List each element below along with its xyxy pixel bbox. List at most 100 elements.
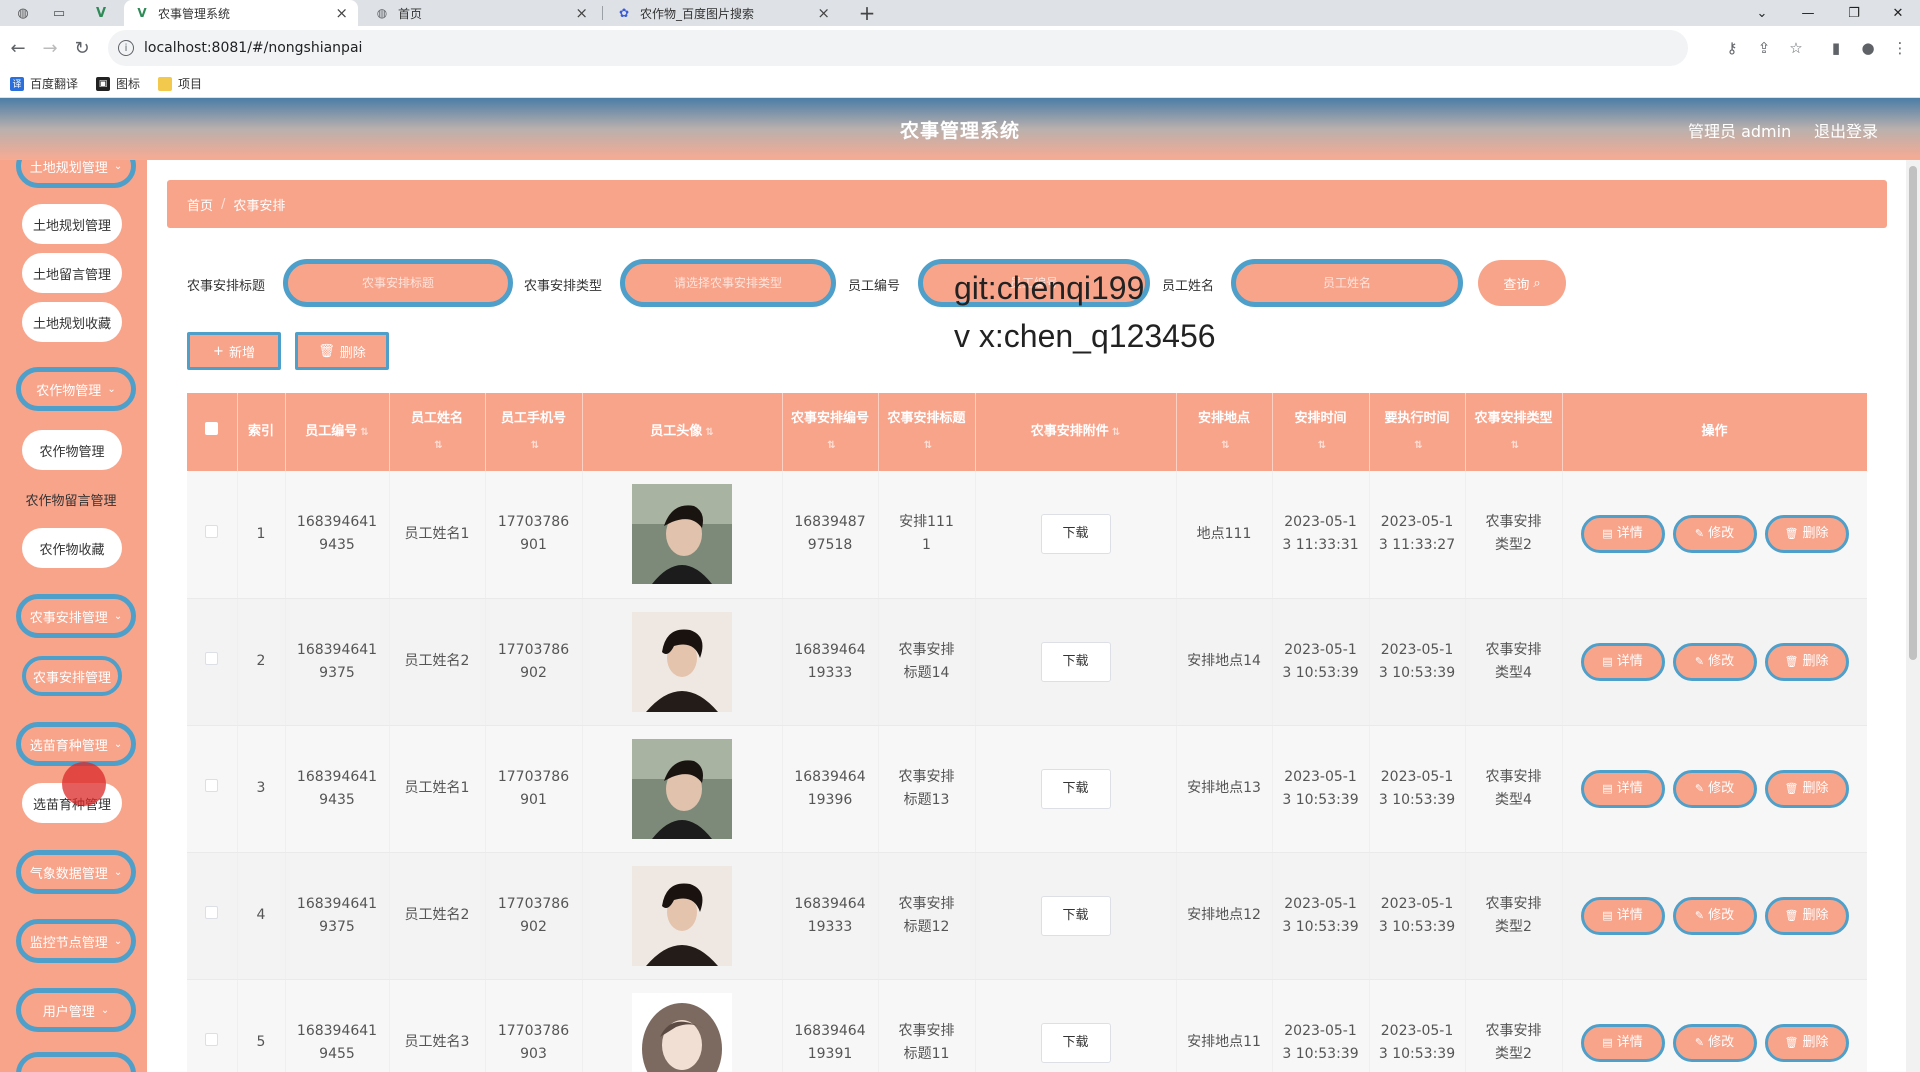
sort-icon[interactable]: ⇅ [1414,440,1422,451]
download-button[interactable]: 下载 [1040,768,1111,809]
col-phone[interactable]: 员工手机号 ⇅ [485,393,583,471]
sort-icon[interactable]: ⇅ [1511,440,1519,451]
url-field[interactable]: i localhost:8081/#/nongshianpai [108,30,1688,66]
table-row[interactable]: 4 1683946419375 员工姓名2 17703786902 168394641… [187,852,1867,980]
sort-icon[interactable]: ⇅ [531,440,539,451]
table-row[interactable]: 1 1683946419435 员工姓名1 17703786901 168394879… [187,471,1867,599]
detail-button[interactable]: ▤ 详情 [1580,769,1665,808]
close-icon[interactable]: × [575,4,588,22]
forward-icon[interactable]: → [38,36,62,60]
table-row[interactable]: 2 1683946419375 员工姓名2 17703786902 168394641… [187,598,1867,726]
table-row[interactable]: 3 1683946419435 员工姓名1 17703786901 168394641… [187,725,1867,853]
sidebar-item-crops[interactable]: 农作物管理 [22,430,122,470]
scrollbar-thumb[interactable] [1909,166,1917,660]
download-button[interactable]: 下载 [1040,514,1111,555]
edit-button[interactable]: ✎ 修改 [1672,1023,1757,1062]
download-button[interactable]: 下载 [1040,1022,1111,1063]
site-info-icon[interactable]: i [118,40,134,56]
edit-button[interactable]: ✎ 修改 [1672,642,1757,681]
search-emp-name-input[interactable] [1231,259,1463,307]
reload-icon[interactable]: ↻ [70,36,94,60]
row-checkbox[interactable] [205,906,219,919]
blank-tab-icon[interactable]: ▭ [42,0,76,26]
col-avatar[interactable]: 员工头像 ⇅ [582,393,783,471]
delete-button[interactable]: 🗑 删除 [1764,1023,1849,1062]
sidebar-menu-crops[interactable]: 农作物管理 ⌄ [16,367,136,411]
minimize-icon[interactable]: — [1786,0,1830,26]
tab-home[interactable]: ◍ 首页 × [364,0,598,26]
tab-nongshi[interactable]: V 农事管理系统 × [124,0,358,26]
tab-baidu-images[interactable]: ✿ 农作物_百度图片搜索 × [606,0,840,26]
col-attachment[interactable]: 农事安排附件 ⇅ [975,393,1177,471]
globe-icon[interactable]: ◍ [6,0,40,26]
col-plan-no[interactable]: 农事安排编号 ⇅ [782,393,879,471]
col-exec-time[interactable]: 要执行时间 ⇅ [1369,393,1466,471]
back-icon[interactable]: ← [6,36,30,60]
sidebar-menu-more[interactable] [16,1052,136,1072]
table-row[interactable]: 5 1683946419455 员工姓名3 17703786903 168394641… [187,979,1867,1072]
search-type-select[interactable] [620,259,836,307]
row-checkbox[interactable] [205,652,219,665]
sidebar-menu-land-planning[interactable]: 土地规划管理 ⌄ [16,160,136,188]
sort-icon[interactable]: ⇅ [827,440,835,451]
delete-button[interactable]: 🗑 删除 [1764,769,1849,808]
sidebar-menu-monitor-nodes[interactable]: 监控节点管理 ⌄ [16,919,136,963]
sort-icon[interactable]: ⇅ [705,427,713,438]
select-all-checkbox[interactable] [205,422,219,435]
vue-logo-icon[interactable]: V [84,0,118,26]
col-emp-name[interactable]: 员工姓名 ⇅ [389,393,486,471]
breadcrumb-home[interactable]: 首页 [187,195,213,214]
sidebar-menu-seedling[interactable]: 选苗育种管理 ⌄ [16,722,136,766]
batch-delete-button[interactable]: 🗑 删除 [295,332,389,370]
col-type[interactable]: 农事安排类型 ⇅ [1465,393,1563,471]
sort-icon[interactable]: ⇅ [1221,440,1229,451]
detail-button[interactable]: ▤ 详情 [1580,896,1665,935]
bookmark-project[interactable]: 项目 [158,75,202,92]
sidebar-item-farm-arrangement[interactable]: 农事安排管理 [22,656,122,696]
sort-icon[interactable]: ⇅ [360,427,368,438]
key-icon[interactable]: ⚷ [1722,38,1742,58]
bookmark-icons[interactable]: ▣ 图标 [96,75,140,92]
edit-button[interactable]: ✎ 修改 [1672,896,1757,935]
sidebar-menu-users[interactable]: 用户管理 ⌄ [16,988,136,1032]
download-button[interactable]: 下载 [1040,641,1111,682]
row-checkbox[interactable] [205,779,219,792]
sidebar-item-land-planning[interactable]: 土地规划管理 [22,204,122,244]
sort-icon[interactable]: ⇅ [924,440,932,451]
restore-icon[interactable]: ❐ [1832,0,1876,26]
col-time[interactable]: 安排时间 ⇅ [1272,393,1370,471]
sort-icon[interactable]: ⇅ [434,440,442,451]
download-button[interactable]: 下载 [1040,895,1111,936]
row-checkbox[interactable] [205,1033,219,1046]
page-scrollbar[interactable] [1906,160,1920,1072]
edit-button[interactable]: ✎ 修改 [1672,515,1757,554]
delete-button[interactable]: 🗑 删除 [1764,896,1849,935]
detail-button[interactable]: ▤ 详情 [1580,515,1665,554]
share-icon[interactable]: ⇪ [1754,38,1774,58]
menu-dots-icon[interactable]: ⋮ [1890,38,1910,58]
sidebar-item-crop-messages[interactable]: 农作物留言管理 [18,479,124,519]
new-tab-icon[interactable]: + [854,0,880,26]
close-icon[interactable]: × [335,4,348,22]
search-title-input[interactable] [283,259,513,307]
sidebar-item-crop-favorites[interactable]: 农作物收藏 [22,528,122,568]
sort-icon[interactable]: ⇅ [1318,440,1326,451]
close-icon[interactable]: × [817,4,830,22]
sidebar-item-land-messages[interactable]: 土地留言管理 [22,253,122,293]
sidebar-menu-weather[interactable]: 气象数据管理 ⌄ [16,850,136,894]
col-title[interactable]: 农事安排标题 ⇅ [878,393,976,471]
logout-link[interactable]: 退出登录 [1814,118,1878,142]
close-window-icon[interactable]: ✕ [1876,0,1920,26]
sort-icon[interactable]: ⇅ [1112,427,1120,438]
sidebar-menu-farm-arrangement[interactable]: 农事安排管理 ⌄ [16,594,136,638]
delete-button[interactable]: 🗑 删除 [1764,515,1849,554]
delete-button[interactable]: 🗑 删除 [1764,642,1849,681]
side-panel-icon[interactable]: ▮ [1826,38,1846,58]
edit-button[interactable]: ✎ 修改 [1672,769,1757,808]
sidebar-item-land-favorites[interactable]: 土地规划收藏 [22,302,122,342]
query-button[interactable]: 查询 ⌕ [1478,260,1566,306]
detail-button[interactable]: ▤ 详情 [1580,1023,1665,1062]
col-location[interactable]: 安排地点 ⇅ [1176,393,1273,471]
tab-search-icon[interactable]: ⌄ [1740,0,1784,26]
row-checkbox[interactable] [205,524,219,538]
